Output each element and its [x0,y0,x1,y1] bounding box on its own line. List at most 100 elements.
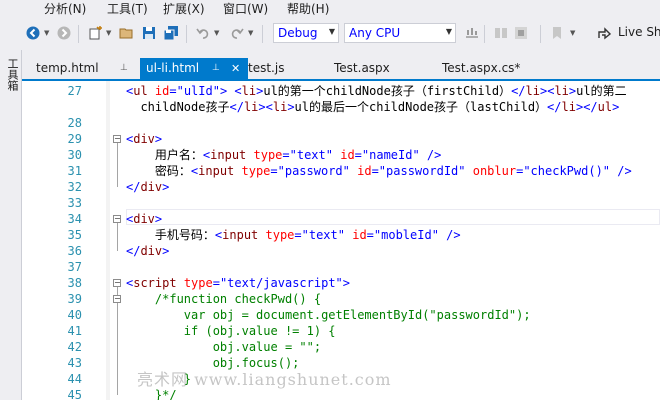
watermark: 亮术网 www.liangshunet.com [137,370,392,389]
forward-icon[interactable] [55,24,73,42]
undo-dropdown-icon[interactable]: ▼ [214,29,219,37]
code-text: <ul id="ulId"> <li>ul的第一个childNode孩子（fir… [126,84,627,98]
step-into-icon[interactable] [492,24,510,42]
standard-toolbar: ▼ ▼ ▼ ▼ Debug ▼ Any CPU ▼ ▼ Live Sh [0,18,660,50]
line-number: 36 [67,244,82,258]
back-icon[interactable] [24,24,42,42]
tab-label: ul-li.html [146,61,200,75]
code-text: /*function checkPwd() { [126,292,322,306]
code-text: childNode孩子</li><li>ul的最后一个childNode孩子（l… [126,100,620,114]
menu-extensions[interactable]: 扩展(X) [163,1,205,17]
back-dropdown-icon[interactable]: ▼ [44,29,49,37]
solution-platform-select[interactable]: Any CPU ▼ [344,23,456,43]
menu-tools[interactable]: 工具(T) [107,1,148,17]
redo-dropdown-icon[interactable]: ▼ [248,29,253,37]
tab-temp-html[interactable]: temp.html ⊥ [22,58,136,79]
solution-configuration-select[interactable]: Debug ▼ [273,23,339,43]
code-line[interactable]: 31 密码：<input type="password" id="passwor… [22,163,660,179]
live-share-icon[interactable] [596,24,614,42]
save-all-icon[interactable] [162,24,180,42]
pin-icon[interactable]: ⊥ [120,58,128,79]
code-line[interactable]: childNode孩子</li><li>ul的最后一个childNode孩子（l… [22,99,660,115]
tool-window-strip: 工具箱 [0,50,22,400]
code-line[interactable]: 32 </div> [22,179,660,195]
toolbar-separator [540,25,541,43]
code-text: </div> [126,244,170,258]
document-tabs: temp.html ⊥ ul-li.html ⊥ ✕ test.js Test.… [22,58,660,80]
line-number: 32 [67,180,82,194]
tab-label: Test.aspx.cs* [442,61,521,75]
code-line[interactable]: 41 if (obj.value != 1) { [22,323,660,339]
toolbar-separator [78,25,79,43]
line-number: 44 [67,372,82,386]
collapse-icon[interactable]: − [113,279,121,287]
collapse-icon[interactable]: − [113,135,121,143]
menu-help[interactable]: 帮助(H) [287,1,329,17]
pin-icon[interactable]: ⊥ [212,58,220,79]
solution-platform-value: Any CPU [349,26,401,40]
new-project-icon[interactable] [86,24,104,42]
chevron-down-icon: ▼ [445,27,452,36]
code-line[interactable]: 30 用户名：<input type="text" id="nameId" /> [22,147,660,163]
code-line[interactable]: 40 var obj = document.getElementById("pa… [22,307,660,323]
line-number: 35 [67,228,82,242]
toolbar-separator [484,25,485,43]
line-number: 29 [67,132,82,146]
collapse-icon[interactable]: − [113,295,121,303]
collapse-icon[interactable]: − [113,215,121,223]
line-number: 33 [67,196,82,210]
line-number: 41 [67,324,82,338]
solution-configuration-value: Debug [278,26,318,40]
line-number: 42 [67,340,82,354]
menu-window[interactable]: 窗口(W) [223,1,268,17]
line-number: 34 [67,212,82,226]
code-editor[interactable]: 27 <ul id="ulId"> <li>ul的第一个childNode孩子（f… [22,81,660,400]
tab-test-js[interactable]: test.js [248,58,328,79]
code-line[interactable]: 28 [22,115,660,131]
menu-analyze[interactable]: 分析(N) [44,1,86,17]
save-icon[interactable] [140,24,158,42]
line-number: 31 [67,164,82,178]
code-line[interactable]: 37 [22,259,660,275]
line-number: 40 [67,308,82,322]
code-text: 密码：<input type="password" id="passwordId… [126,164,632,178]
line-number: 39 [67,292,82,306]
code-text: if (obj.value != 1) { [126,324,336,338]
toolbar-separator [262,25,263,43]
line-number: 45 [67,388,82,400]
menu-bar: 分析(N) 工具(T) 扩展(X) 窗口(W) 帮助(H) [0,0,660,18]
line-number: 27 [67,84,82,98]
more-dropdown-icon[interactable]: ▼ [570,29,575,37]
toolbar-separator [186,25,187,43]
code-line[interactable]: 42 obj.value = ""; [22,339,660,355]
code-text: 用户名：<input type="text" id="nameId" /> [126,148,442,162]
tab-label: test.js [248,61,285,75]
code-text: </div> [126,180,170,194]
new-dropdown-icon[interactable]: ▼ [106,29,111,37]
code-text: <div> [126,132,163,146]
toolbox-tab[interactable]: 工具箱 [4,58,19,91]
code-line[interactable]: 36 </div> [22,243,660,259]
code-text: 手机号码：<input type="text" id="mobleId" /> [126,228,461,242]
redo-icon[interactable] [228,24,246,42]
close-icon[interactable]: ✕ [231,58,240,79]
undo-icon[interactable] [194,24,212,42]
tab-label: Test.aspx [334,61,390,75]
code-line[interactable]: 35 手机号码：<input type="text" id="mobleId" … [22,227,660,243]
code-text: var obj = document.getElementById("passw… [126,308,531,322]
open-folder-icon[interactable] [118,24,136,42]
tab-test-aspx-cs[interactable]: Test.aspx.cs* [442,58,552,79]
breakpoint-icon[interactable] [512,24,530,42]
code-line[interactable]: 33 [22,195,660,211]
code-text: obj.value = ""; [126,340,322,354]
line-number: 28 [67,116,82,130]
code-line[interactable]: 27 <ul id="ulId"> <li>ul的第一个childNode孩子（f… [22,83,660,99]
tab-ul-li-html[interactable]: ul-li.html ⊥ ✕ [140,58,248,79]
line-number: 30 [67,148,82,162]
chevron-down-icon: ▼ [328,27,335,36]
tab-test-aspx[interactable]: Test.aspx [334,58,424,79]
live-share-label[interactable]: Live Sh [618,25,660,39]
tab-label: temp.html [36,61,99,75]
find-icon[interactable] [463,24,481,42]
bookmark-icon[interactable] [548,24,566,42]
